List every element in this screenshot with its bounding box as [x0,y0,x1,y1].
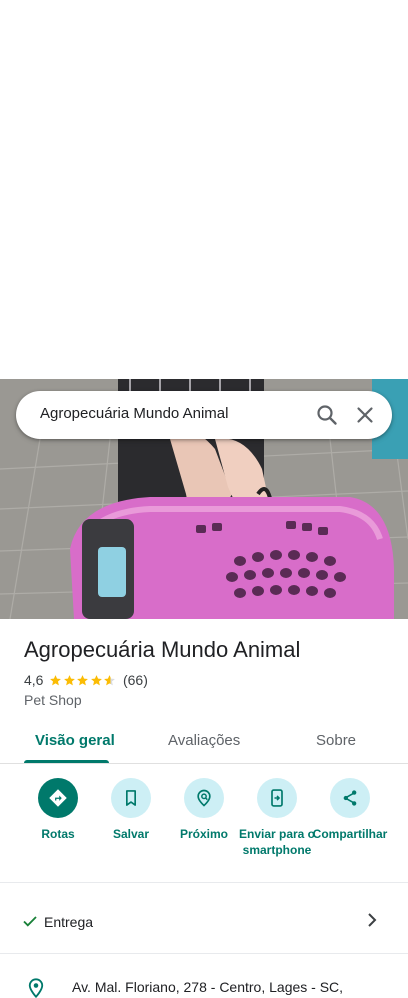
save-button[interactable]: Salvar [91,778,171,842]
close-icon[interactable] [353,403,377,427]
half-star-icon [104,674,116,685]
rating-row[interactable]: 4,6 (66) [24,671,148,689]
tab-reviews[interactable]: Avaliações [168,732,240,749]
search-query-text[interactable]: Agropecuária Mundo Animal [40,405,228,422]
search-icon[interactable] [315,403,339,427]
share-label: Compartilhar [312,827,388,841]
directions-label: Rotas [41,827,75,841]
star-icon [64,674,75,685]
tab-overview[interactable]: Visão geral [35,732,115,749]
chevron-right-icon[interactable] [362,910,382,930]
send-to-phone-label: Enviar para o smartphone [238,827,316,857]
address-row[interactable]: Av. Mal. Floriano, 278 - Centro, Lages -… [0,955,408,998]
share-button[interactable]: Compartilhar [310,778,390,842]
share-icon [330,778,370,818]
star-icon [91,674,102,685]
send-to-phone-icon [257,778,297,818]
tab-about[interactable]: Sobre [316,732,356,749]
action-buttons: Rotas Salvar Próximo Enviar para o smart… [0,765,408,883]
nearby-label: Próximo [179,827,228,841]
active-tab-indicator [24,760,109,763]
location-pin-icon [28,978,44,998]
address-text[interactable]: Av. Mal. Floriano, 278 - Centro, Lages -… [72,979,343,995]
search-bar[interactable]: Agropecuária Mundo Animal [16,391,392,439]
directions-icon [38,778,78,818]
map-blank-area [0,0,408,379]
bookmark-icon [111,778,151,818]
nearby-icon [184,778,224,818]
check-icon [23,916,37,927]
save-label: Salvar [112,827,150,841]
rating-value: 4,6 [24,672,44,688]
directions-button[interactable]: Rotas [18,778,98,842]
star-rating [49,674,117,687]
star-icon [77,674,89,685]
delivery-label: Entrega [44,914,94,930]
review-count[interactable]: (66) [123,672,148,688]
place-category[interactable]: Pet Shop [24,692,82,708]
tab-bar: Visão geral Avaliações Sobre [0,720,408,764]
star-icon [50,674,62,685]
delivery-row[interactable]: Entrega [0,884,408,954]
place-title: Agropecuária Mundo Animal [24,637,301,662]
nearby-button[interactable]: Próximo [164,778,244,842]
send-to-phone-button[interactable]: Enviar para o smartphone [237,778,317,858]
